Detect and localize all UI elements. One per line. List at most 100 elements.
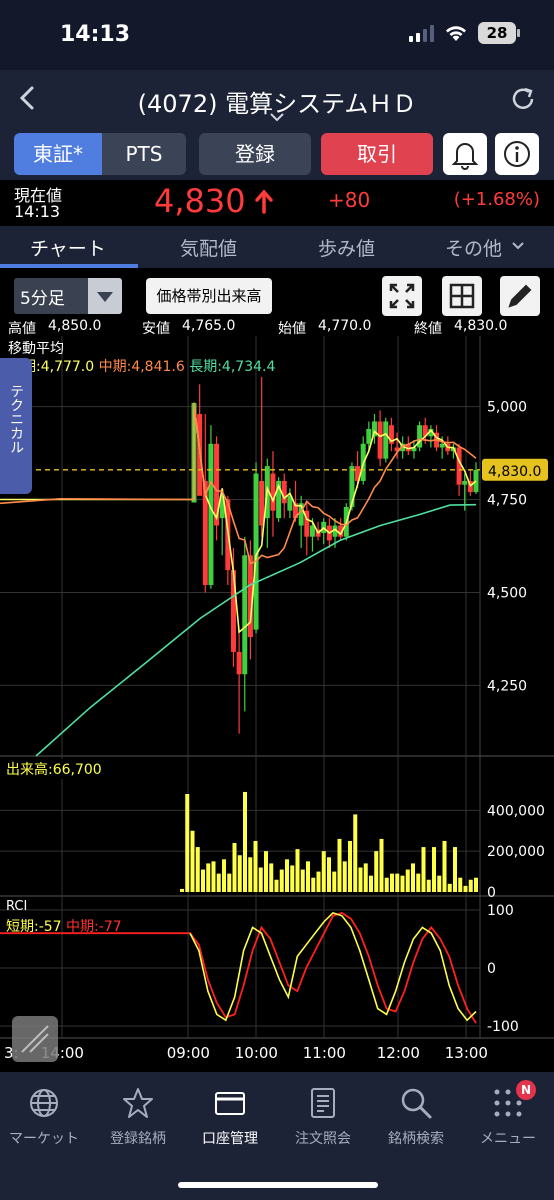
interval-select[interactable]: 5分足 xyxy=(14,278,122,314)
caret-down-icon xyxy=(97,292,113,302)
price-tick-label: 4,750 xyxy=(487,493,527,509)
candle-body xyxy=(236,651,242,675)
volume-by-price-button[interactable]: 価格帯別出来高 xyxy=(146,278,272,314)
volume-bar xyxy=(216,873,221,892)
alert-button[interactable] xyxy=(443,133,487,175)
tab-bar: チャート 気配値 歩み値 その他 xyxy=(0,226,554,268)
status-bar: 14:13 28 xyxy=(0,0,554,70)
rci-title: RCI xyxy=(6,899,28,914)
volume-bar xyxy=(201,869,205,892)
technical-tab[interactable]: テクニカル xyxy=(0,358,32,494)
volume-tick-label: 200,000 xyxy=(487,844,545,860)
ma-short-line xyxy=(0,402,477,634)
tab-ticks[interactable]: 歩み値 xyxy=(318,234,375,261)
star-icon xyxy=(123,1088,153,1118)
candle-body xyxy=(208,443,214,586)
draw-button[interactable] xyxy=(500,276,540,316)
candle-body xyxy=(473,469,479,493)
resize-icon xyxy=(21,1025,49,1053)
scroll-handle[interactable] xyxy=(12,1016,58,1062)
bell-icon xyxy=(451,143,479,170)
ma-title: 移動平均 xyxy=(8,341,64,357)
nav-menu[interactable]: N メニュー xyxy=(458,1080,554,1148)
candle-body xyxy=(462,480,468,485)
volume-bar xyxy=(353,814,358,892)
cell-signal-icon xyxy=(409,24,434,42)
chart-area[interactable]: 5,000 4,750 4,500 4,250 4,830.0 400,000 200,00… xyxy=(0,336,554,1072)
volume-bar xyxy=(416,873,421,892)
volume-bar xyxy=(337,838,342,892)
globe-icon xyxy=(30,1089,58,1117)
nav-account[interactable]: 口座管理 xyxy=(180,1086,280,1148)
volume-bar xyxy=(237,855,242,892)
volume-bar xyxy=(437,875,442,892)
volume-bar xyxy=(463,885,468,892)
pencil-icon xyxy=(508,284,532,308)
chevron-down-icon[interactable] xyxy=(265,110,289,126)
volume-bar xyxy=(222,859,226,892)
home-indicator xyxy=(178,1182,378,1188)
volume-bar xyxy=(232,843,237,892)
info-button[interactable] xyxy=(495,133,539,175)
candle-body xyxy=(281,480,287,504)
time-tick-label: 13:00 xyxy=(445,1044,488,1062)
volume-bar xyxy=(405,869,410,892)
card-icon xyxy=(215,1092,245,1115)
volume-bar xyxy=(426,879,431,892)
candle-body xyxy=(230,570,236,652)
nav-search[interactable]: 銘柄検索 xyxy=(366,1086,466,1148)
fullscreen-button[interactable] xyxy=(382,276,422,316)
volume-bar xyxy=(474,877,478,892)
register-button[interactable]: 登録 xyxy=(199,133,311,175)
trade-button[interactable]: 取引 xyxy=(321,133,433,175)
rci-tick-label: 0 xyxy=(487,961,496,977)
volume-bar xyxy=(253,840,258,892)
market-pts-toggle[interactable]: PTS xyxy=(102,133,186,175)
wifi-icon xyxy=(446,26,466,41)
chevron-down-icon[interactable] xyxy=(510,240,526,252)
market-tse-toggle[interactable]: 東証* xyxy=(14,133,102,175)
volume-bar xyxy=(374,851,379,892)
refresh-button[interactable] xyxy=(508,84,538,114)
volume-bar xyxy=(206,863,211,892)
price-tick-label: 4,250 xyxy=(487,678,527,694)
volume-bar xyxy=(453,847,457,892)
volume-bar xyxy=(384,877,389,892)
tab-quotes[interactable]: 気配値 xyxy=(180,234,237,261)
candle-body xyxy=(259,480,265,526)
price-tick-label: 5,000 xyxy=(487,400,527,416)
price-change: +80 xyxy=(328,188,371,212)
volume-bar xyxy=(358,867,363,892)
volume-bar xyxy=(390,873,394,892)
action-bar: 東証* PTS 登録 取引 xyxy=(0,130,554,180)
high-value: 4,850.0 xyxy=(48,318,102,334)
high-label: 高値 xyxy=(8,321,36,337)
notification-badge: N xyxy=(516,1080,536,1100)
rci-values: 短期:-57 中期:-77 xyxy=(6,916,122,936)
close-label: 終値 xyxy=(414,321,442,337)
tab-chart[interactable]: チャート xyxy=(30,234,106,261)
nav-market[interactable]: マーケット xyxy=(0,1086,94,1148)
nav-label: 注文照会 xyxy=(295,1131,351,1147)
nav-watchlist[interactable]: 登録銘柄 xyxy=(88,1086,188,1148)
nav-orders[interactable]: 注文照会 xyxy=(273,1086,373,1148)
price-bar: 現在値 14:13 4,830 +80 (+1.68%) xyxy=(0,180,554,226)
arrow-up-icon xyxy=(255,189,273,214)
price-chart[interactable]: 5,000 4,750 4,500 4,250 4,830.0 400,000 200,00… xyxy=(0,336,554,1072)
volume-bar xyxy=(411,863,415,892)
volume-bar xyxy=(295,849,300,892)
volume-bar xyxy=(311,877,316,892)
volume-bar xyxy=(442,840,447,892)
price-change-percent: (+1.68%) xyxy=(453,189,540,210)
layout-button[interactable] xyxy=(442,276,482,316)
volume-bar xyxy=(395,873,400,892)
grid-icon xyxy=(449,283,475,309)
volume-bar xyxy=(274,879,279,892)
low-label: 安値 xyxy=(142,321,170,337)
tab-other[interactable]: その他 xyxy=(445,234,502,261)
volume-bar xyxy=(300,869,305,892)
volume-bar xyxy=(363,863,368,892)
volume-bar xyxy=(327,857,331,892)
volume-bar xyxy=(243,791,247,892)
dropdown-button[interactable] xyxy=(88,278,122,314)
